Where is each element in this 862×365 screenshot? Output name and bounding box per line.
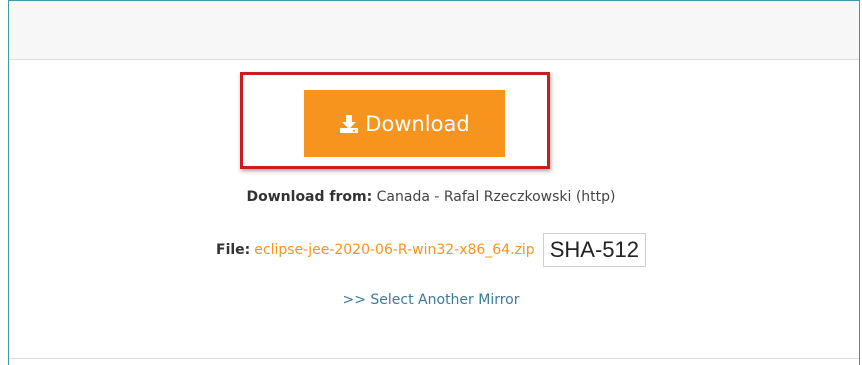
sha512-button[interactable]: SHA-512 [542, 233, 646, 267]
download-button-label: Download [365, 111, 470, 136]
download-from-line: Download from: Canada - Rafal Rzeczkowsk… [0, 189, 862, 205]
file-name-link[interactable]: eclipse-jee-2020-06-R-win32-x86_64.zip [254, 242, 534, 258]
download-button[interactable]: Download [304, 90, 505, 157]
file-label: File: [216, 242, 251, 258]
download-icon [340, 114, 359, 133]
panel-divider [9, 358, 859, 359]
panel-header [9, 1, 859, 60]
mirror-line: >> Select Another Mirror [0, 292, 862, 308]
file-line: File: eclipse-jee-2020-06-R-win32-x86_64… [0, 233, 862, 267]
download-panel [8, 0, 860, 365]
download-from-value: Canada - Rafal Rzeczkowski (http) [376, 189, 616, 205]
download-from-label: Download from: [246, 189, 373, 205]
select-another-mirror-link[interactable]: >> Select Another Mirror [343, 292, 520, 308]
